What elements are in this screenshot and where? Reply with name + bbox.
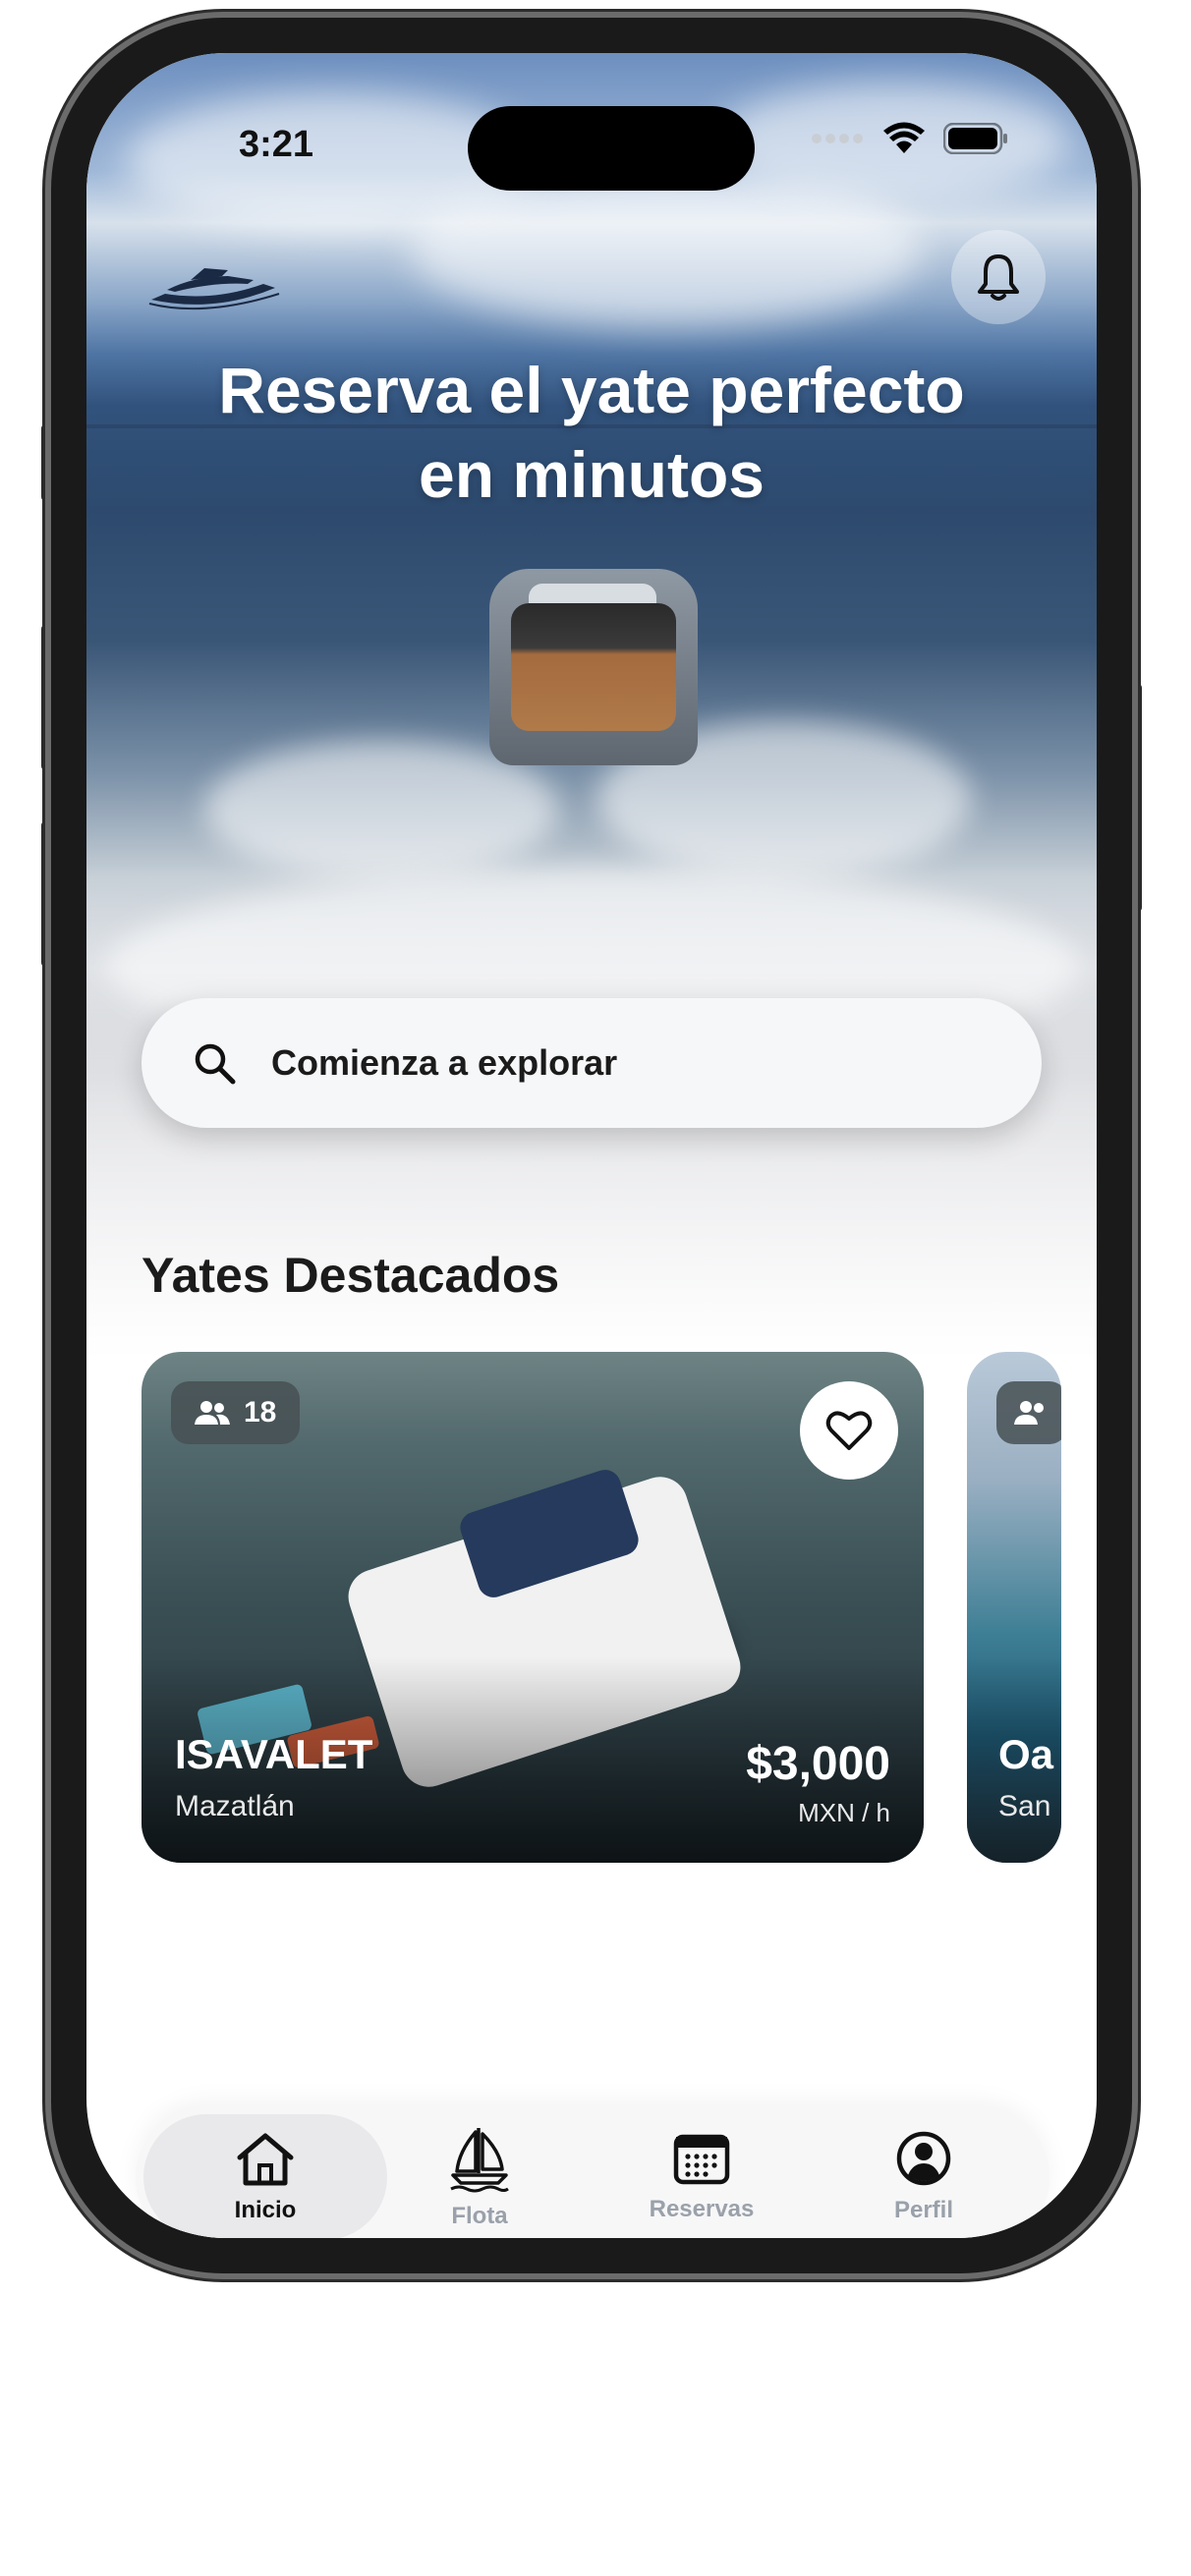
capacity-badge <box>996 1381 1061 1444</box>
volume-down-button <box>41 821 51 967</box>
tab-perfil[interactable]: Perfil <box>816 2114 1032 2238</box>
headline-line-2: en minutos <box>418 438 765 511</box>
battery-icon <box>943 123 1007 154</box>
phone-frame: 3:21 Reserva el yate perfecto en minutos… <box>51 18 1132 2273</box>
featured-yachts-title: Yates Destacados <box>142 1248 560 1303</box>
sailboat-icon <box>450 2128 509 2193</box>
capacity-badge: 18 <box>171 1381 301 1444</box>
yacht-card[interactable]: 18 ISAVALET Mazatlán $3,000 MXN / h <box>142 1352 924 1863</box>
notifications-button[interactable] <box>951 230 1046 324</box>
tab-label: Reservas <box>649 2196 755 2222</box>
yacht-name: ISAVALET <box>175 1731 373 1777</box>
people-icon <box>1014 1401 1044 1425</box>
tab-label: Perfil <box>893 2197 954 2223</box>
search-placeholder: Comienza a explorar <box>271 1042 618 1083</box>
bottom-tab-bar: Inicio Flota Reservas Perfil <box>136 2106 1049 2238</box>
yacht-card[interactable]: Oa San <box>967 1352 1061 1863</box>
yacht-location: Mazatlán <box>175 1790 295 1822</box>
dynamic-island <box>468 106 755 191</box>
power-button <box>1132 684 1142 912</box>
tab-inicio[interactable]: Inicio <box>143 2114 387 2238</box>
app-screen: 3:21 Reserva el yate perfecto en minutos… <box>86 53 1097 2238</box>
boat-deck <box>511 603 676 731</box>
home-icon <box>237 2133 294 2186</box>
brand-logo <box>148 268 280 310</box>
status-time: 3:21 <box>239 124 314 165</box>
heart-icon <box>825 1411 873 1450</box>
volume-up-button <box>41 625 51 770</box>
yacht-location: San <box>998 1790 1051 1822</box>
favorite-button[interactable] <box>800 1381 898 1480</box>
yacht-price-unit: MXN / h <box>798 1798 890 1827</box>
yacht-name: Oa <box>998 1731 1054 1777</box>
headline-line-1: Reserva el yate perfecto <box>218 354 965 426</box>
silent-switch <box>41 424 51 501</box>
wifi-icon <box>883 122 925 153</box>
tab-reservas[interactable]: Reservas <box>594 2114 810 2238</box>
people-icon <box>195 1401 230 1425</box>
search-icon <box>195 1043 236 1085</box>
yacht-price: $3,000 <box>746 1738 890 1790</box>
tab-flota[interactable]: Flota <box>371 2114 588 2238</box>
profile-icon <box>896 2131 951 2186</box>
status-icons <box>810 122 1008 155</box>
hero-image <box>86 53 1097 1360</box>
signal-icon <box>812 134 863 143</box>
tab-label: Inicio <box>234 2197 297 2223</box>
bell-icon <box>978 254 1019 301</box>
search-bar[interactable]: Comienza a explorar <box>142 998 1042 1128</box>
capacity-count: 18 <box>244 1396 277 1428</box>
hero-headline: Reserva el yate perfecto en minutos <box>126 348 1057 517</box>
calendar-icon <box>673 2134 730 2185</box>
tab-label: Flota <box>451 2203 508 2229</box>
